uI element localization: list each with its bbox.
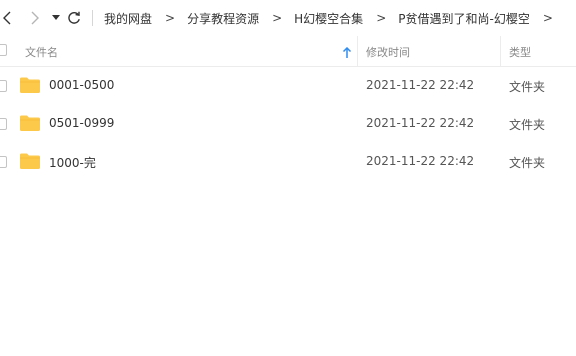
file-modified: 2021-11-22 22:42 [366,116,475,130]
breadcrumb-item-current[interactable]: P贫借遇到了和尚-幻樱空 [398,10,530,27]
folder-icon [20,77,40,93]
breadcrumb-item-shared-resources[interactable]: 分享教程资源 [187,10,259,27]
breadcrumb-dropdown-separator[interactable]: > [543,11,553,25]
chevron-left-icon[interactable] [0,8,14,28]
column-header-modified[interactable]: 修改时间 [366,44,410,60]
breadcrumb-item-my-netdisk[interactable]: 我的网盘 [104,10,152,27]
file-name[interactable]: 0501-0999 [49,116,114,130]
file-row[interactable]: 0501-0999 2021-11-22 22:42 文件夹 [0,105,576,143]
row-checkbox[interactable] [0,118,7,130]
toolbar-divider [92,10,93,26]
column-divider[interactable] [500,36,501,66]
chevron-right-icon[interactable] [28,8,42,28]
file-type: 文件夹 [509,118,546,132]
file-row[interactable]: 1000-完 2021-11-22 22:42 文件夹 [0,143,576,181]
file-type: 文件夹 [509,156,546,170]
file-row[interactable]: 0001-0500 2021-11-22 22:42 文件夹 [0,67,576,105]
folder-icon [20,153,40,169]
breadcrumb-separator: > [272,11,283,25]
column-header-name[interactable]: 文件名 [25,44,58,60]
file-name[interactable]: 0001-0500 [49,78,114,92]
breadcrumb: 我的网盘 > 分享教程资源 > H幻樱空合集 > P贫借遇到了和尚-幻樱空 > [104,0,565,36]
folder-icon [20,115,40,131]
file-type: 文件夹 [509,80,546,94]
row-checkbox[interactable] [0,156,7,168]
caret-down-icon[interactable] [50,8,62,28]
column-divider[interactable] [357,36,358,66]
column-header-type[interactable]: 类型 [509,44,531,60]
file-list-header: 文件名 修改时间 类型 [0,36,576,67]
file-modified: 2021-11-22 22:42 [366,78,475,92]
breadcrumb-separator: > [376,11,387,25]
select-all-checkbox[interactable] [0,44,7,56]
toolbar: 我的网盘 > 分享教程资源 > H幻樱空合集 > P贫借遇到了和尚-幻樱空 > [0,0,576,36]
row-checkbox[interactable] [0,80,7,92]
breadcrumb-separator: > [165,11,176,25]
file-browser: 我的网盘 > 分享教程资源 > H幻樱空合集 > P贫借遇到了和尚-幻樱空 > … [0,0,576,356]
file-modified: 2021-11-22 22:42 [366,154,475,168]
breadcrumb-item-collection[interactable]: H幻樱空合集 [294,10,363,27]
file-name[interactable]: 1000-完 [49,154,96,171]
refresh-icon[interactable] [66,8,82,28]
arrow-up-icon[interactable] [342,44,352,58]
